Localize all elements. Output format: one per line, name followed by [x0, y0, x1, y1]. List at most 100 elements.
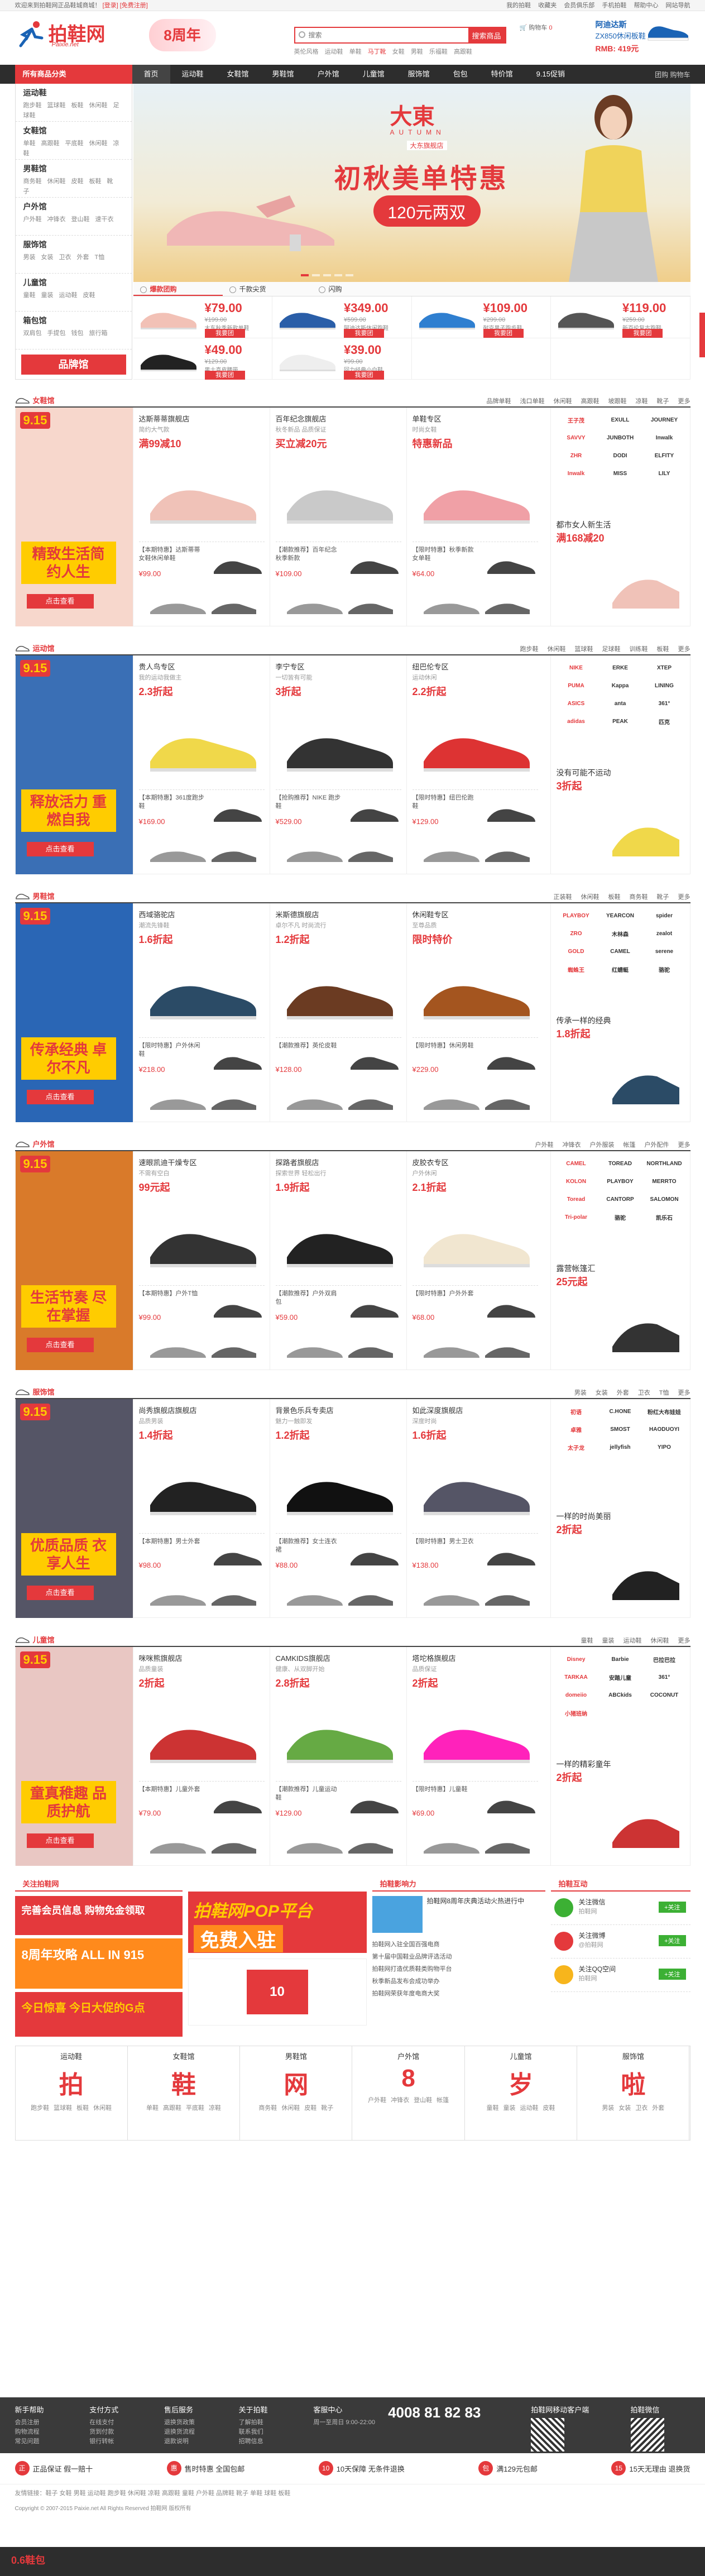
category-link[interactable]: 平底鞋	[65, 140, 84, 147]
pop-platform-banner[interactable]: 拍鞋网POP平台 免费入驻	[188, 1892, 367, 1953]
floor-link[interactable]: 商务鞋	[630, 894, 648, 901]
news-item[interactable]: 第十届中国鞋业品牌评选活动	[372, 1951, 545, 1963]
top-link[interactable]: 我的拍鞋	[506, 2, 531, 9]
brand-logo[interactable]: Tri-polar	[554, 1208, 598, 1226]
nav-item[interactable]: 户外馆	[306, 65, 351, 84]
brand-logo[interactable]: 太子龙	[554, 1438, 598, 1456]
shortcut-link[interactable]: 登山鞋	[414, 2097, 432, 2104]
brand-logo[interactable]: 骆驼	[642, 960, 687, 978]
floor-link[interactable]: 帐篷	[624, 1142, 636, 1148]
floor-link[interactable]: 更多	[678, 894, 690, 901]
brand-logo[interactable]: 小猪班纳	[554, 1704, 598, 1722]
floor-link[interactable]: 更多	[678, 646, 690, 653]
category-link[interactable]: 冲锋衣	[47, 216, 66, 223]
nav-item[interactable]: 服饰馆	[396, 65, 442, 84]
mini-product-title[interactable]: 【本期特惠】户外T恤	[139, 1290, 206, 1298]
shop-name[interactable]: 探路者旗舰店	[276, 1157, 401, 1167]
brand-logo[interactable]: 361°	[642, 1668, 687, 1686]
brand-logo[interactable]: 巴拉巴拉	[642, 1650, 687, 1668]
shortcut-link[interactable]: 帐篷	[437, 2097, 449, 2104]
category-link[interactable]: 手提包	[47, 330, 66, 337]
top-link[interactable]: 手机拍鞋	[602, 2, 626, 9]
brand-logo[interactable]: ZRO	[554, 925, 598, 942]
floor-link[interactable]: 跑步鞋	[520, 646, 539, 653]
brand-logo[interactable]: XTEP	[642, 659, 687, 677]
shop-name[interactable]: 百年纪念旗舰店	[276, 413, 401, 424]
shortcut-link[interactable]: 休闲鞋	[281, 2105, 300, 2111]
category-link[interactable]: 运动鞋	[59, 292, 78, 299]
mini-product-title[interactable]: 【抢购推荐】NIKE 跑步鞋	[276, 794, 343, 811]
footer-link[interactable]: 会员注册	[15, 2418, 90, 2427]
floor-link[interactable]: 运动鞋	[624, 1637, 642, 1644]
mini-product-title[interactable]: 【限时特惠】纽巴伦跑鞋	[413, 794, 479, 811]
category-link[interactable]: 男装	[23, 254, 36, 261]
hot-keyword[interactable]: 乐福鞋	[429, 49, 448, 55]
nav-item[interactable]: 男鞋馆	[261, 65, 306, 84]
brand-logo[interactable]: MERRTO	[642, 1172, 687, 1190]
brand-logo[interactable]: KOLON	[554, 1172, 598, 1190]
category-link[interactable]: 单鞋	[23, 140, 36, 147]
shortcut-link[interactable]: 童鞋	[486, 2105, 498, 2111]
brand-logo[interactable]: JOURNEY	[642, 411, 687, 429]
floor-link[interactable]: 休闲鞋	[554, 398, 572, 405]
shortcut-link[interactable]: 商务鞋	[258, 2105, 277, 2111]
footer-link[interactable]: 周一至周日 9:00-22:00	[313, 2418, 388, 2427]
mini-product-title[interactable]: 【潮款推荐】儿童运动鞋	[276, 1785, 343, 1802]
footer-link[interactable]: 招聘信息	[239, 2437, 314, 2446]
category-link[interactable]: 卫衣	[59, 254, 71, 261]
floor-link[interactable]: 正装鞋	[554, 894, 572, 901]
brand-logo[interactable]: 骆驼	[598, 1208, 642, 1226]
shop-name[interactable]: 单鞋专区	[413, 413, 538, 424]
news-item[interactable]: 拍鞋网荣获年度电商大奖	[372, 1988, 545, 2000]
brand-logo[interactable]: domeiio	[554, 1686, 598, 1704]
hot-deal-card[interactable]: ¥349.00¥599.00阿迪达斯休闲跑鞋我要团	[272, 296, 412, 338]
brand-logo[interactable]: LINING	[642, 677, 687, 695]
category-shortcut[interactable]: 服饰馆啦男装 女装 卫衣 外套	[577, 2046, 690, 2140]
mini-product-title[interactable]: 【限时特惠】休闲男鞋	[413, 1042, 479, 1050]
shortcut-link[interactable]: 篮球鞋	[54, 2105, 72, 2111]
mini-product-title[interactable]: 【限时特惠】户外休闲鞋	[139, 1042, 206, 1059]
brand-logo[interactable]: YEARCON	[598, 907, 642, 925]
floor-link[interactable]: 休闲鞋	[651, 1637, 669, 1644]
hot-deal-card[interactable]: ¥109.00¥299.00耐克男子跑步鞋我要团	[411, 296, 551, 338]
brand-logo[interactable]: HAODUOYI	[642, 1420, 687, 1438]
floor-link[interactable]: 户外鞋	[535, 1142, 554, 1148]
category-title[interactable]: 箱包馆	[23, 315, 124, 326]
floor-go-button[interactable]: 点击查看	[26, 1586, 94, 1600]
news-item[interactable]: 秋季新品发布会成功举办	[372, 1975, 545, 1988]
follow-button[interactable]: +关注	[659, 1902, 686, 1913]
floor-shop-column[interactable]: 李宁专区 一切皆有可能 3折起 【抢购推荐】NIKE 跑步鞋 ¥529.00	[269, 655, 406, 874]
promo-card[interactable]: 今日惊喜 今日大促的G点	[15, 1992, 183, 2037]
shortcut-link[interactable]: 户外鞋	[368, 2097, 386, 2104]
brand-logo[interactable]: TARKAA	[554, 1668, 598, 1686]
deal-buy[interactable]: 我要团	[344, 329, 384, 338]
floor-go-button[interactable]: 点击查看	[26, 1338, 94, 1352]
brand-logo[interactable]: DODI	[598, 447, 642, 465]
top-link[interactable]: 收藏夹	[538, 2, 557, 9]
header-ad[interactable]: 阿迪达斯 ZX850休闲板鞋 RMB: 419元	[596, 19, 690, 58]
floor-link[interactable]: 更多	[678, 1142, 690, 1148]
floor-link[interactable]: 靴子	[657, 894, 669, 901]
brand-logo[interactable]: zealot	[642, 925, 687, 942]
mini-product-title[interactable]: 【限时特惠】男士卫衣	[413, 1538, 479, 1546]
footer-link[interactable]: 退换货流程	[164, 2427, 239, 2437]
brand-logo[interactable]: PLAYBOY	[554, 907, 598, 925]
shop-name[interactable]: 背景色乐兵专卖店	[276, 1405, 401, 1415]
brand-logo[interactable]: adidas	[554, 712, 598, 730]
category-link[interactable]: 皮鞋	[83, 292, 95, 299]
category-link[interactable]: 跑步鞋	[23, 102, 42, 109]
brand-logo[interactable]: 卓雅	[554, 1420, 598, 1438]
brand-logo[interactable]: 王子茂	[554, 411, 598, 429]
shop-name[interactable]: CAMKIDS旗舰店	[276, 1653, 401, 1663]
brand-logo[interactable]: 粉红大布娃娃	[642, 1402, 687, 1420]
floor-go-button[interactable]: 点击查看	[26, 594, 94, 609]
category-link[interactable]: 休闲鞋	[47, 178, 66, 185]
category-link[interactable]: 休闲鞋	[89, 140, 108, 147]
floor-shop-column[interactable]: 单鞋专区 时尚女鞋 特惠新品 【限时特惠】秋季新款女单鞋 ¥64.00	[406, 408, 543, 626]
shortcut-link[interactable]: 平底鞋	[186, 2105, 204, 2111]
shortcut-link[interactable]: 男装	[602, 2105, 614, 2111]
floor-link[interactable]: 坡跟鞋	[608, 398, 627, 405]
brand-logo[interactable]: Barbie	[598, 1650, 642, 1668]
floor-shop-column[interactable]: CAMKIDS旗舰店 健康、从双脚开始 2.8折起 【潮款推荐】儿童运动鞋 ¥129.0…	[269, 1647, 406, 1866]
nav-item[interactable]: 包包	[442, 65, 479, 84]
